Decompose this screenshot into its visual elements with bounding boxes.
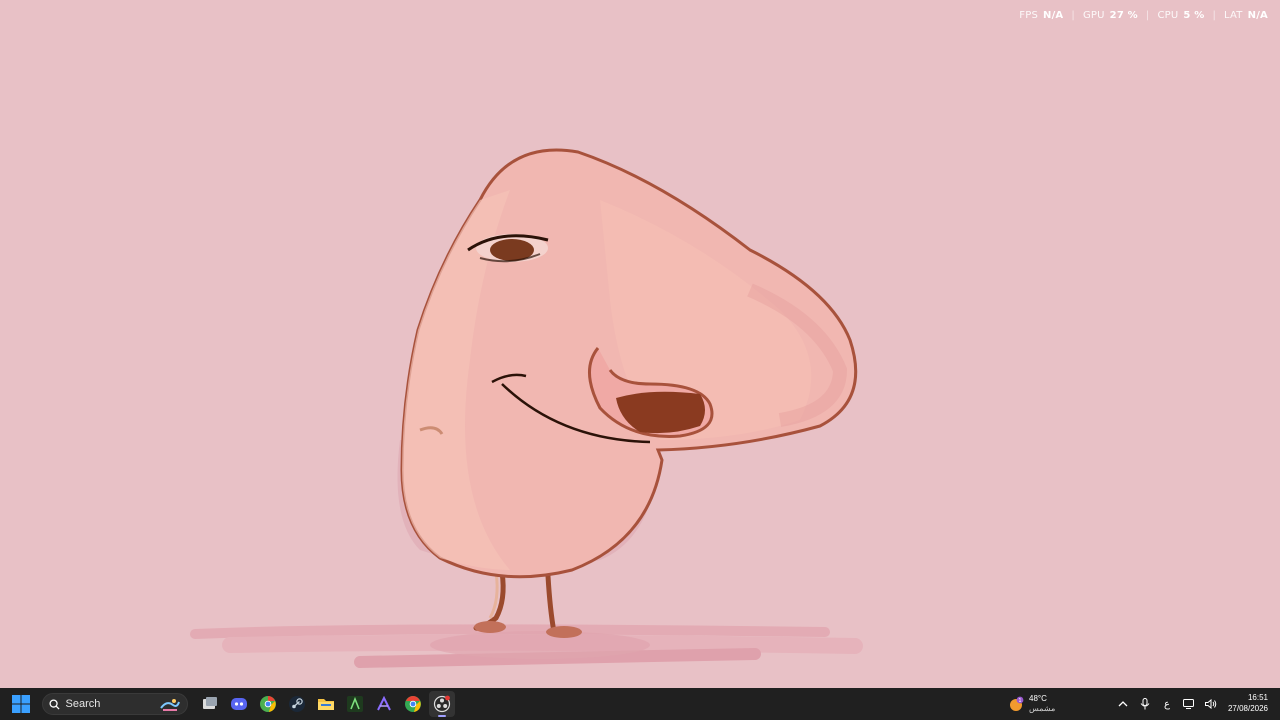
cpu-value: 5 % (1183, 10, 1205, 21)
search-icon (48, 698, 60, 710)
microphone-button[interactable] (1134, 692, 1156, 716)
weather-condition: مشمس (1029, 704, 1056, 713)
obs-button[interactable] (429, 691, 455, 717)
folder-icon (318, 699, 334, 710)
chrome-alt-button[interactable] (255, 691, 281, 717)
volume-button[interactable] (1200, 692, 1222, 716)
weather-text: 48°C مشمس (1029, 694, 1055, 714)
separator: | (1212, 10, 1217, 21)
language-label: ع (1164, 698, 1170, 710)
chrome-icon (405, 696, 421, 712)
arc-app-button[interactable] (371, 691, 397, 717)
file-explorer-button[interactable] (313, 691, 339, 717)
terminal-icon (347, 696, 363, 712)
separator: | (1071, 10, 1075, 21)
steam-button[interactable] (284, 691, 310, 717)
discord-icon (231, 698, 247, 710)
desktop (0, 0, 1280, 688)
taskbar-search-box[interactable]: Search (41, 693, 188, 715)
separator: | (1145, 10, 1150, 21)
discord-button[interactable] (226, 691, 252, 717)
microphone-icon (1140, 698, 1150, 710)
performance-overlay: FPS N/A | GPU 27 % | CPU 5 % | LAT N/A (1019, 10, 1268, 21)
windows-logo-icon (12, 695, 30, 713)
chrome-button[interactable] (400, 691, 426, 717)
show-hidden-icons-button[interactable] (1112, 692, 1134, 716)
language-indicator[interactable]: ع (1156, 692, 1178, 716)
latency-value: N/A (1247, 10, 1268, 21)
chevron-up-icon (1118, 701, 1128, 707)
chrome-icon (260, 696, 276, 712)
pinned-apps (196, 691, 457, 717)
fps-value: N/A (1043, 10, 1064, 21)
latency-label: LAT (1224, 10, 1243, 21)
arc-icon (377, 696, 391, 711)
search-placeholder: Search (65, 698, 101, 710)
clock-date: 27/08/2026 (1227, 704, 1268, 713)
system-tray: ع (1112, 688, 1222, 720)
clock[interactable]: 16:51 27/08/2026 (1228, 692, 1268, 714)
search-highlight-icon (159, 699, 180, 711)
start-button[interactable] (8, 691, 34, 717)
network-button[interactable] (1178, 692, 1200, 716)
clock-time: 16:51 (1247, 693, 1268, 702)
task-view-icon (203, 697, 217, 709)
fps-label: FPS (1019, 10, 1039, 21)
weather-temperature: 48°C (1029, 694, 1047, 703)
gpu-label: GPU (1082, 10, 1105, 21)
latency-stat: LAT N/A (1224, 10, 1268, 21)
terminal-app-button[interactable] (342, 691, 368, 717)
weather-widget[interactable]: 1 48°C مشمس (1008, 691, 1055, 717)
fps-stat: FPS N/A (1019, 10, 1063, 21)
active-app-indicator (438, 715, 446, 717)
cpu-stat: CPU 5 % (1157, 10, 1204, 21)
speaker-icon (1205, 699, 1217, 709)
cpu-label: CPU (1157, 10, 1179, 21)
weather-sun-icon: 1 (1010, 696, 1024, 711)
network-icon (1183, 699, 1194, 709)
wallpaper-illustration (190, 148, 863, 668)
taskbar: Search 1 48°C مشمس ع 16:51 27/08/2026 (0, 688, 1280, 720)
weather-badge: 1 (1018, 698, 1021, 704)
gpu-stat: GPU 27 % (1083, 10, 1138, 21)
gpu-value: 27 % (1109, 10, 1138, 21)
obs-icon (433, 695, 451, 713)
task-view-button[interactable] (197, 691, 223, 717)
steam-icon (289, 696, 305, 712)
